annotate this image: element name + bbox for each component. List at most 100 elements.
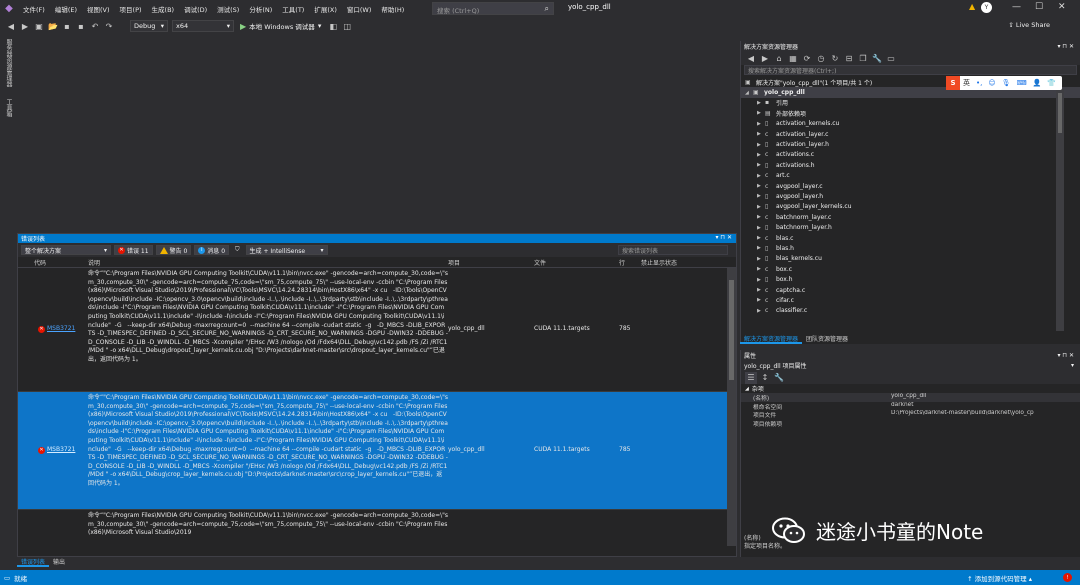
microphone-icon[interactable]: 🎙 [1002,79,1011,87]
menu-item[interactable]: 扩展(X) [309,4,342,14]
tree-file-node[interactable]: ▶ ▯ blas.h [741,243,1080,253]
open-file-icon[interactable]: 📂 [47,20,59,32]
collapse-all-icon[interactable]: ⊟ [843,52,855,64]
menu-item[interactable]: 测试(S) [212,4,244,14]
refresh-icon[interactable]: ↻ [829,52,841,64]
panel-controls[interactable]: ▾ ⊓ ✕ [715,234,732,241]
column-suppression[interactable]: 禁止显示状态 [641,258,711,267]
menu-item[interactable]: 编辑(E) [50,4,82,14]
run-debugger-button[interactable]: ▶ 本地 Windows 调试器 ▾ [240,21,321,32]
tree-file-node[interactable]: ▶ c activations.c [741,150,1080,160]
show-all-files-icon[interactable]: ❐ [857,52,869,64]
table-row[interactable]: 命令“"C:\Program Files\NVIDIA GPU Computin… [18,510,736,546]
pending-changes-icon[interactable]: ◷ [815,52,827,64]
categorized-icon[interactable]: ☰ [745,371,757,384]
screenshot-icon[interactable]: ◫ [341,20,353,32]
save-all-icon[interactable]: ▪ [75,20,87,32]
forward-icon[interactable]: ▶ [19,20,31,32]
home-icon[interactable]: ⌂ [773,52,785,64]
maximize-icon[interactable]: ☐ [1035,2,1043,12]
tree-file-node[interactable]: ▶ c captcha.c [741,285,1080,295]
alphabetical-icon[interactable]: ↕ [759,372,771,384]
tree-file-node[interactable]: ▶ ▯ avgpool_layer_kernels.cu [741,202,1080,212]
solution-scrollbar[interactable] [1056,89,1064,331]
column-file[interactable]: 文件 [534,258,619,267]
tab-team-explorer[interactable]: 团队资源管理器 [802,334,852,344]
menu-item[interactable]: 项目(P) [115,4,147,14]
ime-punctuation-icon[interactable]: •, [976,79,982,87]
error-search-input[interactable]: 搜索错误列表 [618,245,728,255]
save-icon[interactable]: ▪ [61,20,73,32]
filter-icon[interactable]: ⛉ [232,245,243,255]
tree-file-node[interactable]: ▶ c avgpool_layer.c [741,181,1080,191]
property-category[interactable]: ◢ 杂项 [741,384,1080,394]
tree-folder-node[interactable]: ▶ ▤ 外部依赖项 [741,108,1080,118]
search-input[interactable]: 搜索 (Ctrl+Q) ⌕ [432,2,554,15]
switch-views-icon[interactable]: ▦ [787,52,799,64]
property-row[interactable]: 根命名空间 darknet [741,402,1080,411]
menu-item[interactable]: 视图(V) [82,4,115,14]
tree-file-node[interactable]: ▶ ▯ activations.h [741,160,1080,170]
tree-file-node[interactable]: ▶ ▯ box.h [741,274,1080,284]
skin-icon[interactable]: 👕 [1047,79,1056,87]
tree-file-node[interactable]: ▶ ▯ avgpool_layer.h [741,191,1080,201]
properties-object-select[interactable]: yolo_cpp_dll 项目属性 ▾ [741,360,1080,371]
tree-file-node[interactable]: ▶ c art.c [741,171,1080,181]
tab-output[interactable]: 输出 [49,557,69,567]
ime-mode[interactable]: 英 [963,78,970,88]
tree-folder-node[interactable]: ▶ ▪ 引用 [741,98,1080,108]
configuration-select[interactable]: Debug ▾ [130,20,168,32]
tree-file-node[interactable]: ▶ ▯ activation_layer.h [741,139,1080,149]
errors-filter-button[interactable]: ✕ 错误 11 [114,245,153,255]
scrollbar-thumb[interactable] [1058,93,1062,133]
back-icon[interactable]: ◀ [5,20,17,32]
error-list-scrollbar[interactable] [727,268,736,546]
notification-bell-icon[interactable]: ! [1063,573,1072,582]
live-share-button[interactable]: ⇪ Live Share [1008,21,1050,29]
column-code[interactable]: 代码 [18,258,88,267]
tree-file-node[interactable]: ▶ c box.c [741,264,1080,274]
tab-error-list[interactable]: 错误列表 [17,557,50,567]
warnings-filter-button[interactable]: 警告 0 [155,245,192,255]
sync-icon[interactable]: ⟳ [801,52,813,64]
column-description[interactable]: 说明 [88,258,448,267]
platform-select[interactable]: x64 ▾ [172,20,234,32]
emoji-icon[interactable]: ☺ [988,79,995,87]
error-code-link[interactable]: MSB3721 [47,446,75,455]
panel-controls[interactable]: ▾ ⊓ ✕ [1057,43,1074,50]
menu-item[interactable]: 分析(N) [244,4,277,14]
undo-icon[interactable]: ↶ [89,20,101,32]
user-icon[interactable]: 👤 [1033,79,1042,87]
notification-icon[interactable]: ▲ [969,2,975,11]
menu-item[interactable]: 生成(B) [147,4,180,14]
tab-server-explorer[interactable]: 服务器资源管理器 [4,39,13,87]
build-filter-select[interactable]: 生成 + IntelliSense ▾ [245,245,328,255]
tab-solution-explorer[interactable]: 解决方案资源管理器 [740,334,803,344]
attach-icon[interactable]: ◧ [327,20,339,32]
menu-item[interactable]: 调试(D) [179,4,212,14]
tree-file-node[interactable]: ▶ ▯ blas_kernels.cu [741,254,1080,264]
preview-icon[interactable]: ▭ [885,52,897,64]
new-project-icon[interactable]: ▣ [33,20,45,32]
property-pages-icon[interactable]: 🔧 [773,372,785,384]
column-project[interactable]: 项目 [448,258,534,267]
messages-filter-button[interactable]: i 消息 0 [194,245,230,255]
tree-file-node[interactable]: ▶ ▯ batchnorm_layer.h [741,222,1080,232]
error-code-link[interactable]: MSB3721 [47,325,75,334]
avatar[interactable]: Y [981,2,992,13]
tree-file-node[interactable]: ▶ c cifar.c [741,295,1080,305]
menu-item[interactable]: 工具(T) [277,4,309,14]
menu-item[interactable]: 窗口(W) [342,4,377,14]
close-icon[interactable]: ✕ [1058,2,1066,12]
back-icon[interactable]: ◀ [745,52,757,64]
tab-toolbox[interactable]: 工具箱 [4,99,13,117]
column-line[interactable]: 行 [619,258,641,267]
keyboard-icon[interactable]: ⌨ [1017,79,1027,87]
tree-file-node[interactable]: ▶ ▯ activation_kernels.cu [741,119,1080,129]
scope-select[interactable]: 整个解决方案 ▾ [21,245,111,255]
property-row[interactable]: (名称) yolo_cpp_dll [741,393,1080,402]
ime-toolbar[interactable]: S 英 •, ☺ 🎙 ⌨ 👤 👕 [946,76,1062,90]
table-row[interactable]: ✕ MSB3721 命令“"C:\Program Files\NVIDIA GP… [18,268,736,392]
redo-icon[interactable]: ↷ [103,20,115,32]
panel-controls[interactable]: ▾ ⊓ ✕ [1057,352,1074,359]
